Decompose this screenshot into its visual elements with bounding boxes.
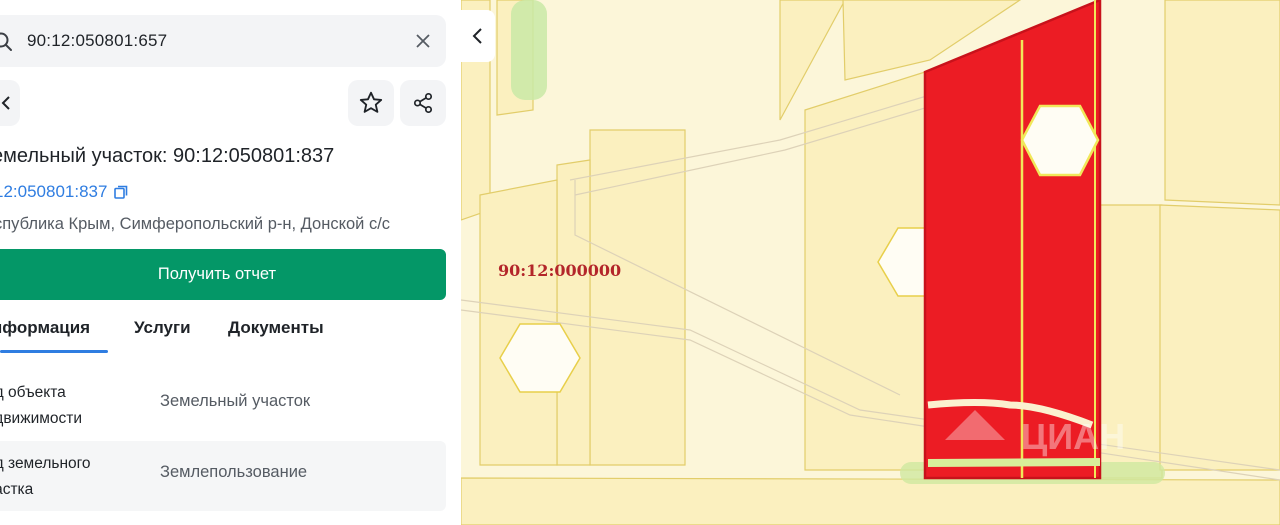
object-address: спублика Крым, Симферопольский р-н, Донс… xyxy=(0,215,391,233)
active-tab-indicator xyxy=(0,350,108,353)
tab-services[interactable]: Услуги xyxy=(134,318,191,338)
search-icon xyxy=(0,32,12,51)
chevron-left-icon xyxy=(472,28,482,44)
detail-row: ид земельного частка Землепользование xyxy=(0,441,446,511)
tab-documents[interactable]: Документы xyxy=(228,318,324,338)
detail-label: ид земельного частка xyxy=(0,451,136,503)
detail-label-line: едвижимости xyxy=(0,410,83,427)
chevron-left-icon xyxy=(1,96,10,110)
detail-label: ид объекта едвижимости xyxy=(0,380,136,432)
share-button[interactable] xyxy=(400,80,446,126)
star-icon xyxy=(359,91,383,113)
share-icon xyxy=(413,92,433,114)
detail-label-line: ид земельного xyxy=(0,455,91,472)
copy-icon[interactable] xyxy=(113,184,129,200)
back-button[interactable] xyxy=(0,80,20,126)
info-panel: 90:12:050801:657 емельный участок: 90:12… xyxy=(0,0,462,525)
search-input[interactable]: 90:12:050801:657 xyxy=(27,31,167,51)
tab-information[interactable]: нформация xyxy=(0,318,90,338)
cadastral-number[interactable]: 12:050801:837 xyxy=(0,182,107,202)
search-bar[interactable]: 90:12:050801:657 xyxy=(0,15,446,67)
tab-bar: нформация Услуги Документы xyxy=(0,314,461,354)
detail-value: Землепользование xyxy=(160,463,308,481)
favorite-button[interactable] xyxy=(348,80,394,126)
collapse-panel-button[interactable] xyxy=(461,10,495,62)
get-report-button[interactable]: Получить отчет xyxy=(0,249,446,300)
detail-label-line: ид объекта xyxy=(0,384,66,401)
detail-row: ид объекта едвижимости Земельный участок xyxy=(0,370,446,440)
close-icon[interactable] xyxy=(414,32,432,50)
map-cadastral-label: 90:12:000000 xyxy=(498,261,622,280)
object-title: емельный участок: 90:12:050801:837 xyxy=(0,145,335,167)
cadastral-number-link[interactable]: 12:050801:837 xyxy=(0,182,129,202)
map-watermark: ЦИАН xyxy=(1021,416,1126,457)
detail-value: Земельный участок xyxy=(160,392,311,410)
detail-label-line: частка xyxy=(0,481,34,498)
